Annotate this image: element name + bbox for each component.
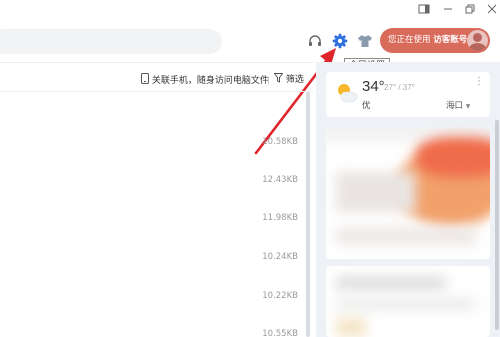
toolbar-separator [268, 76, 269, 85]
air-quality: 优 [362, 101, 371, 111]
more-options-icon[interactable]: ⋮ [474, 77, 484, 87]
filter-icon [273, 73, 284, 83]
content-card[interactable] [326, 266, 490, 337]
phone-icon [141, 73, 149, 84]
city-selector[interactable]: 海口 ▼ [446, 99, 470, 111]
link-phone-button[interactable]: 关联手机，随身访问电脑文件 [141, 73, 269, 87]
file-size: 10.55KB [262, 329, 298, 337]
file-size: 10.58KB [262, 137, 298, 147]
file-toolbar: 关联手机，随身访问电脑文件 筛选 [0, 68, 314, 92]
link-phone-label: 关联手机，随身访问电脑文件 [151, 76, 269, 86]
chevron-down-icon: ▼ [465, 103, 471, 110]
filter-button[interactable]: 筛选 [273, 73, 304, 87]
filter-label: 筛选 [285, 75, 304, 85]
file-size: 10.22KB [262, 291, 298, 301]
right-panel-scrollbar[interactable] [495, 120, 499, 330]
header-divider [0, 62, 314, 63]
temperature-range: 27° / 37° [384, 83, 415, 92]
file-size: 11.98KB [262, 213, 298, 223]
city-name: 海口 [446, 101, 464, 111]
content-card[interactable] [326, 127, 490, 259]
file-size: 10.24KB [262, 252, 298, 262]
file-list-scrollbar[interactable] [306, 92, 310, 337]
file-size: 12.43KB [262, 175, 298, 185]
sun-cloud-icon [338, 84, 358, 103]
weather-widget[interactable]: 34° 27° / 37° 优 海口 ▼ ⋮ [326, 72, 490, 117]
current-temperature: 34° [362, 78, 385, 95]
